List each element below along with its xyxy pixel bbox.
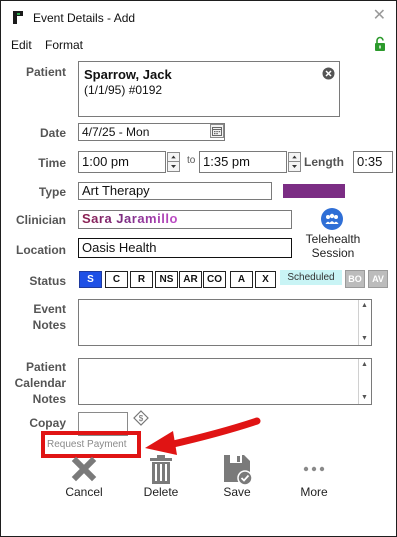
menu-edit[interactable]: Edit [11, 38, 32, 52]
type-color-swatch[interactable] [283, 184, 345, 198]
menu-bar: Edit Format [1, 35, 396, 55]
time-label: Time [38, 156, 66, 170]
trash-icon [150, 455, 172, 484]
more-button[interactable]: More [284, 453, 344, 499]
status-button-ns[interactable]: NS [155, 271, 178, 288]
scroll-up-icon[interactable]: ▲ [361, 361, 368, 369]
scroll-down-icon[interactable]: ▼ [361, 394, 368, 402]
more-label: More [300, 485, 328, 499]
type-field[interactable]: Art Therapy [78, 182, 272, 200]
cancel-button[interactable]: Cancel [54, 453, 114, 499]
save-button[interactable]: Save [207, 453, 267, 499]
event-notes-label-line2: Notes [32, 318, 66, 332]
telehealth-icon[interactable] [321, 208, 343, 230]
patient-name: Sparrow, Jack [84, 67, 172, 82]
to-label: to [187, 155, 196, 166]
status-button-av[interactable]: AV [368, 270, 388, 288]
clear-patient-icon[interactable] [322, 67, 335, 80]
title-bar: Event Details - Add ✕ [1, 1, 396, 33]
date-label: Date [39, 126, 66, 140]
calendar-icon[interactable] [210, 124, 224, 138]
app-logo-icon [13, 11, 23, 24]
copay-label: Copay [29, 416, 66, 430]
more-dots-icon [303, 466, 325, 472]
calendar-notes-label-line2: Calendar [14, 376, 66, 390]
location-field[interactable]: Oasis Health [78, 238, 292, 258]
save-icon [224, 455, 253, 485]
location-label: Location [16, 243, 66, 257]
length-field[interactable]: 0:35 [353, 151, 393, 173]
patient-field[interactable]: Sparrow, Jack (1/1/95) #0192 [78, 61, 340, 117]
end-time-stepper[interactable] [288, 152, 301, 172]
type-label: Type [38, 185, 66, 199]
calendar-notes-scrollbar[interactable]: ▲ ▼ [358, 359, 371, 404]
cancel-x-icon [71, 456, 97, 482]
delete-label: Delete [143, 485, 179, 499]
telehealth-session-label[interactable]: Telehealth Session [301, 232, 365, 260]
status-button-s[interactable]: S [79, 271, 102, 288]
status-button-c[interactable]: C [105, 271, 128, 288]
clinician-name: Sara Jaramillo [82, 211, 178, 226]
scroll-down-icon[interactable]: ▼ [361, 335, 368, 343]
patient-label: Patient [25, 65, 66, 79]
event-notes-label-line1: Event [33, 302, 66, 316]
status-button-r[interactable]: R [130, 271, 153, 288]
clinician-field[interactable]: Sara Jaramillo [78, 210, 292, 229]
menu-format[interactable]: Format [45, 38, 83, 52]
start-time-field[interactable]: 1:00 pm [78, 151, 166, 173]
status-button-x[interactable]: X [255, 271, 276, 288]
calendar-notes-label-line3: Notes [32, 392, 66, 406]
status-button-ar[interactable]: AR [179, 271, 202, 288]
status-label: Status [29, 274, 66, 288]
status-button-co[interactable]: CO [203, 271, 226, 288]
status-scheduled-badge: Scheduled [280, 270, 342, 285]
length-label: Length [304, 155, 344, 169]
calendar-notes-label-line1: Patient [25, 360, 66, 374]
patient-details: (1/1/95) #0192 [84, 83, 163, 97]
lock-icon[interactable] [374, 36, 386, 52]
status-button-bo[interactable]: BO [345, 270, 365, 288]
scroll-up-icon[interactable]: ▲ [361, 302, 368, 310]
close-icon[interactable]: ✕ [373, 8, 386, 24]
end-time-field[interactable]: 1:35 pm [199, 151, 287, 173]
event-notes-scrollbar[interactable]: ▲ ▼ [358, 300, 371, 345]
status-button-a[interactable]: A [230, 271, 253, 288]
clinician-label: Clinician [15, 213, 66, 227]
event-details-window: Event Details - Add ✕ Edit Format Patien… [0, 0, 397, 537]
event-notes-field[interactable]: ▲ ▼ [78, 299, 372, 346]
window-title: Event Details - Add [33, 11, 136, 25]
save-label: Save [223, 485, 251, 499]
delete-button[interactable]: Delete [131, 453, 191, 499]
date-field[interactable]: 4/7/25 - Mon [78, 123, 225, 141]
start-time-stepper[interactable] [167, 152, 180, 172]
cancel-label: Cancel [65, 485, 103, 499]
patient-calendar-notes-field[interactable]: ▲ ▼ [78, 358, 372, 405]
